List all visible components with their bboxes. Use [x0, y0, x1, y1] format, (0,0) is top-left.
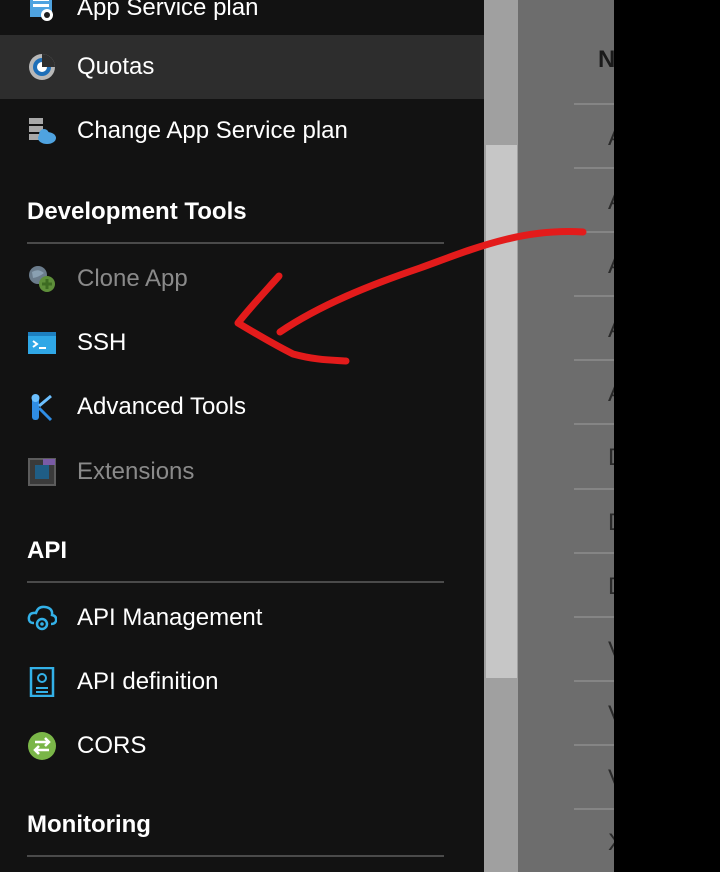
- section-header-api: API: [27, 537, 68, 564]
- nav-item-label: App Service plan: [77, 0, 259, 21]
- nav-item-app-service-plan[interactable]: App Service plan: [0, 0, 484, 40]
- content-pane: N A A A A A D D D V V V X: [518, 0, 614, 872]
- nav-item-quotas[interactable]: Quotas: [0, 35, 484, 99]
- cors-icon: [27, 731, 57, 761]
- section-divider: [27, 855, 444, 857]
- nav-item-label: API definition: [77, 668, 219, 695]
- row-divider: [574, 103, 614, 105]
- row-divider: [574, 231, 614, 233]
- section-divider: [27, 581, 444, 583]
- nav-item-clone-app[interactable]: Clone App: [0, 247, 484, 311]
- nav-item-api-management[interactable]: API Management: [0, 586, 484, 650]
- change-plan-icon: [27, 116, 57, 146]
- nav-item-label: Advanced Tools: [77, 393, 247, 420]
- column-header: N: [598, 46, 614, 73]
- app-service-plan-icon: [27, 0, 57, 23]
- row-divider: [574, 167, 614, 169]
- nav-item-label: Extensions: [77, 458, 195, 485]
- section-divider: [27, 242, 444, 244]
- clone-app-icon: [27, 264, 57, 294]
- window-edge: [614, 0, 720, 872]
- row-divider: [574, 423, 614, 425]
- api-management-icon: [27, 603, 57, 633]
- ssh-terminal-icon: [27, 328, 57, 358]
- nav-item-ssh[interactable]: SSH: [0, 311, 484, 375]
- nav-item-label: API Management: [77, 604, 263, 631]
- nav-item-cors[interactable]: CORS: [0, 714, 484, 778]
- nav-item-api-definition[interactable]: API definition: [0, 650, 484, 714]
- vertical-scrollbar-thumb[interactable]: [486, 145, 517, 678]
- api-definition-icon: [27, 667, 57, 697]
- row-divider: [574, 552, 614, 554]
- resource-menu: App Service plan Quotas Change App Servi…: [0, 0, 484, 872]
- nav-item-label: Change App Service plan: [77, 117, 348, 144]
- extensions-icon: [27, 457, 57, 487]
- nav-item-advanced-tools[interactable]: Advanced Tools: [0, 375, 484, 439]
- nav-item-change-app-service-plan[interactable]: Change App Service plan: [0, 99, 484, 163]
- row-divider: [574, 359, 614, 361]
- section-header-monitoring: Monitoring: [27, 811, 151, 838]
- nav-item-label: SSH: [77, 329, 127, 356]
- row-divider: [574, 680, 614, 682]
- row-divider: [574, 744, 614, 746]
- row-divider: [574, 295, 614, 297]
- portal-screen: App Service plan Quotas Change App Servi…: [0, 0, 720, 872]
- section-header-development-tools: Development Tools: [27, 198, 247, 225]
- nav-item-label: CORS: [77, 732, 147, 759]
- quotas-icon: [27, 52, 57, 82]
- advanced-tools-icon: [27, 392, 57, 422]
- nav-item-label: Quotas: [77, 53, 155, 80]
- row-divider: [574, 488, 614, 490]
- row-divider: [574, 616, 614, 618]
- nav-item-label: Clone App: [77, 265, 188, 292]
- nav-item-extensions[interactable]: Extensions: [0, 440, 484, 504]
- row-divider: [574, 808, 614, 810]
